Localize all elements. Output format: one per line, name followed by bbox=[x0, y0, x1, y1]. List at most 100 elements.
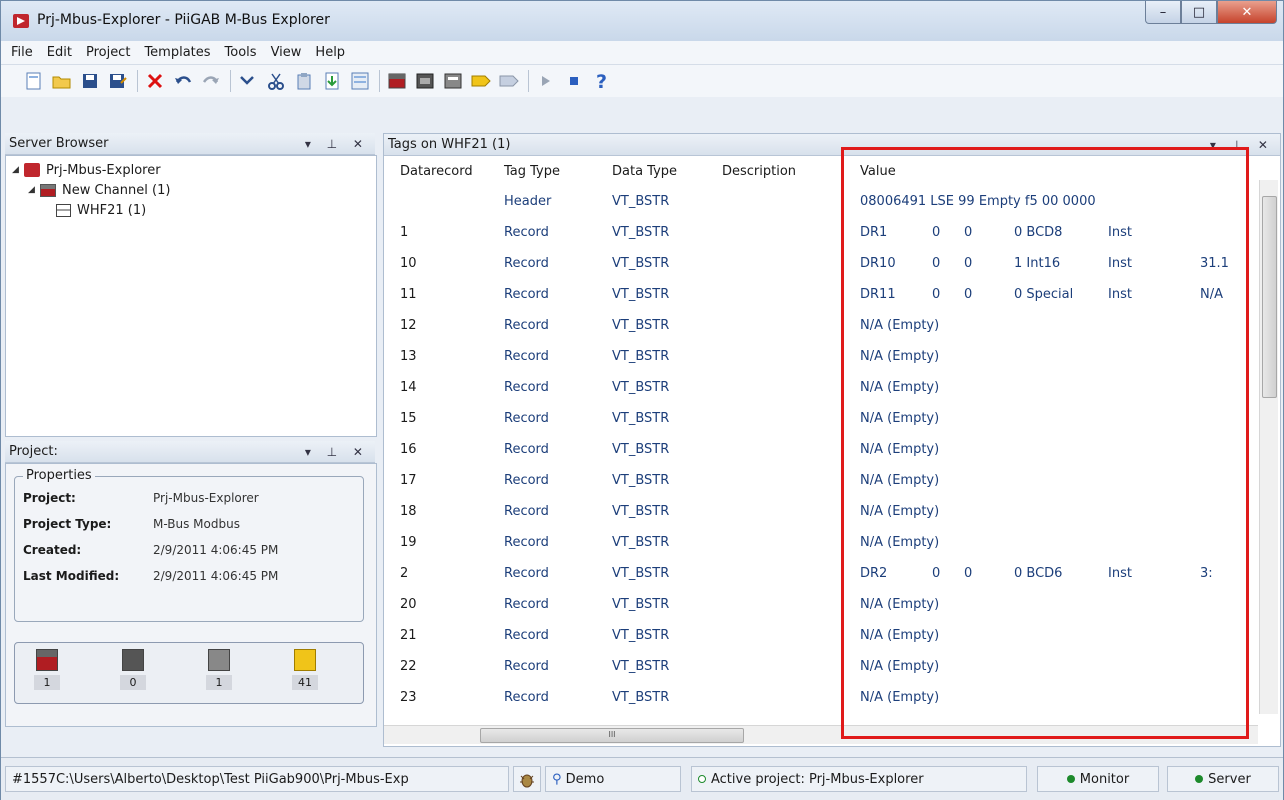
toolbar-separator bbox=[528, 70, 529, 92]
status-server[interactable]: Server bbox=[1167, 766, 1279, 792]
bug-icon[interactable] bbox=[513, 766, 541, 792]
column-tag-type[interactable]: Tag Type bbox=[504, 164, 560, 179]
row-value: DR11 bbox=[860, 287, 896, 302]
redo-icon[interactable] bbox=[200, 70, 222, 92]
stop-icon[interactable] bbox=[563, 70, 585, 92]
maximize-button[interactable]: □ bbox=[1181, 1, 1217, 24]
properties-icon[interactable] bbox=[349, 70, 371, 92]
horizontal-scroll-thumb[interactable]: III bbox=[480, 728, 744, 743]
window-controls: – □ ✕ bbox=[1145, 1, 1277, 27]
add-group-icon[interactable] bbox=[442, 70, 464, 92]
tree-node-channel[interactable]: ◢ New Channel (1) bbox=[28, 180, 170, 200]
row-tag-type: Record bbox=[504, 318, 549, 333]
status-monitor[interactable]: Monitor bbox=[1037, 766, 1159, 792]
paste-icon[interactable] bbox=[293, 70, 315, 92]
table-row[interactable]: 22 Record VT_BSTR N/A (Empty) bbox=[384, 655, 1244, 681]
table-row[interactable]: 14 Record VT_BSTR N/A (Empty) bbox=[384, 376, 1244, 402]
tree-node-label: Prj-Mbus-Explorer bbox=[46, 162, 161, 178]
row-data-type: VT_BSTR bbox=[612, 690, 670, 705]
status-server-label: Server bbox=[1208, 772, 1251, 787]
import-icon[interactable] bbox=[321, 70, 343, 92]
vertical-scrollbar[interactable] bbox=[1259, 180, 1278, 714]
menu-tools[interactable]: Tools bbox=[225, 45, 257, 60]
menu-help[interactable]: Help bbox=[315, 45, 345, 60]
column-data-type[interactable]: Data Type bbox=[612, 164, 677, 179]
save-as-icon[interactable] bbox=[107, 70, 129, 92]
title-bar[interactable]: Prj-Mbus-Explorer - PiiGAB M-Bus Explore… bbox=[1, 1, 1283, 41]
start-icon[interactable] bbox=[535, 70, 557, 92]
horizontal-scrollbar[interactable]: III bbox=[384, 725, 1258, 744]
vertical-scroll-thumb[interactable] bbox=[1262, 196, 1277, 398]
add-tag-icon[interactable] bbox=[470, 70, 492, 92]
tree-node-project[interactable]: ◢ Prj-Mbus-Explorer bbox=[12, 160, 161, 180]
row-value: DR2 bbox=[860, 566, 888, 581]
menu-project[interactable]: Project bbox=[86, 45, 130, 60]
open-folder-icon[interactable] bbox=[51, 70, 73, 92]
save-icon[interactable] bbox=[79, 70, 101, 92]
property-value: M-Bus Modbus bbox=[153, 517, 240, 531]
row-datarecord: 16 bbox=[400, 442, 417, 457]
property-row: Project: Prj-Mbus-Explorer bbox=[23, 491, 353, 513]
table-row[interactable]: 23 Record VT_BSTR N/A (Empty) bbox=[384, 686, 1244, 712]
server-browser-title[interactable]: Server Browser ▾ ⊥ ✕ bbox=[5, 133, 375, 155]
cut-icon[interactable] bbox=[265, 70, 287, 92]
new-project-icon[interactable] bbox=[23, 70, 45, 92]
row-value-part: Inst bbox=[1108, 287, 1132, 302]
table-row[interactable]: 15 Record VT_BSTR N/A (Empty) bbox=[384, 407, 1244, 433]
add-device-icon[interactable] bbox=[414, 70, 436, 92]
menu-file[interactable]: File bbox=[11, 45, 33, 60]
row-data-type: VT_BSTR bbox=[612, 411, 670, 426]
table-row[interactable]: 11 Record VT_BSTR DR11 0 0 0 Special Inst N/A bbox=[384, 283, 1244, 309]
close-button[interactable]: ✕ bbox=[1217, 1, 1277, 24]
row-datarecord: 1 bbox=[400, 225, 409, 240]
row-datarecord: 14 bbox=[400, 380, 417, 395]
menu-templates[interactable]: Templates bbox=[144, 45, 210, 60]
tags-panel-title[interactable]: Tags on WHF21 (1) ▾ ⊥ ✕ bbox=[384, 134, 1280, 156]
table-row[interactable]: 21 Record VT_BSTR N/A (Empty) bbox=[384, 624, 1244, 650]
row-value: N/A (Empty) bbox=[860, 628, 940, 643]
collapse-triangle-icon[interactable]: ◢ bbox=[12, 165, 24, 175]
project-panel-title[interactable]: Project: ▾ ⊥ ✕ bbox=[5, 441, 375, 463]
delete-icon[interactable] bbox=[144, 70, 166, 92]
table-row[interactable]: 1 Record VT_BSTR DR1 0 0 0 BCD8 Inst bbox=[384, 221, 1244, 247]
status-bar: #1557C:\Users\Alberto\Desktop\Test PiiGa… bbox=[1, 757, 1283, 800]
row-tag-type: Record bbox=[504, 225, 549, 240]
table-row[interactable]: 18 Record VT_BSTR N/A (Empty) bbox=[384, 500, 1244, 526]
menu-edit[interactable]: Edit bbox=[47, 45, 72, 60]
column-datarecord[interactable]: Datarecord bbox=[400, 164, 473, 179]
undo-icon[interactable] bbox=[172, 70, 194, 92]
table-row[interactable]: 2 Record VT_BSTR DR2 0 0 0 BCD6 Inst 3: bbox=[384, 562, 1244, 588]
table-row[interactable]: Header VT_BSTR 08006491 LSE 99 Empty f5 00… bbox=[384, 190, 1244, 216]
row-datarecord: 18 bbox=[400, 504, 417, 519]
row-value-part: Inst bbox=[1108, 256, 1132, 271]
row-datarecord: 11 bbox=[400, 287, 417, 302]
row-value-part: 0 bbox=[932, 225, 941, 240]
property-row: Project Type: M-Bus Modbus bbox=[23, 517, 353, 539]
collapse-triangle-icon[interactable]: ◢ bbox=[28, 185, 40, 195]
menu-view[interactable]: View bbox=[271, 45, 302, 60]
panel-controls[interactable]: ▾ ⊥ ✕ bbox=[305, 441, 369, 463]
column-value[interactable]: Value bbox=[860, 164, 896, 179]
app-icon bbox=[13, 14, 29, 28]
table-row[interactable]: 17 Record VT_BSTR N/A (Empty) bbox=[384, 469, 1244, 495]
panel-controls[interactable]: ▾ ⊥ ✕ bbox=[1210, 134, 1274, 156]
table-row[interactable]: 20 Record VT_BSTR N/A (Empty) bbox=[384, 593, 1244, 619]
copy-icon[interactable] bbox=[237, 70, 259, 92]
minimize-button[interactable]: – bbox=[1145, 1, 1181, 24]
tree-node-device[interactable]: WHF21 (1) bbox=[56, 200, 146, 220]
help-icon[interactable]: ? bbox=[591, 70, 613, 92]
tags-panel-title-text: Tags on WHF21 (1) bbox=[388, 137, 511, 152]
device-icon bbox=[122, 649, 144, 671]
table-row[interactable]: 12 Record VT_BSTR N/A (Empty) bbox=[384, 314, 1244, 340]
panel-controls[interactable]: ▾ ⊥ ✕ bbox=[305, 133, 369, 155]
add-channel-icon[interactable] bbox=[386, 70, 408, 92]
table-row[interactable]: 16 Record VT_BSTR N/A (Empty) bbox=[384, 438, 1244, 464]
table-row[interactable]: 10 Record VT_BSTR DR10 0 0 1 Int16 Inst 31.1 bbox=[384, 252, 1244, 278]
column-description[interactable]: Description bbox=[722, 164, 796, 179]
svg-text:?: ? bbox=[596, 71, 607, 91]
table-row[interactable]: 13 Record VT_BSTR N/A (Empty) bbox=[384, 345, 1244, 371]
row-value: N/A (Empty) bbox=[860, 504, 940, 519]
add-tags-icon[interactable] bbox=[498, 70, 520, 92]
table-row[interactable]: 19 Record VT_BSTR N/A (Empty) bbox=[384, 531, 1244, 557]
row-value: N/A (Empty) bbox=[860, 442, 940, 457]
